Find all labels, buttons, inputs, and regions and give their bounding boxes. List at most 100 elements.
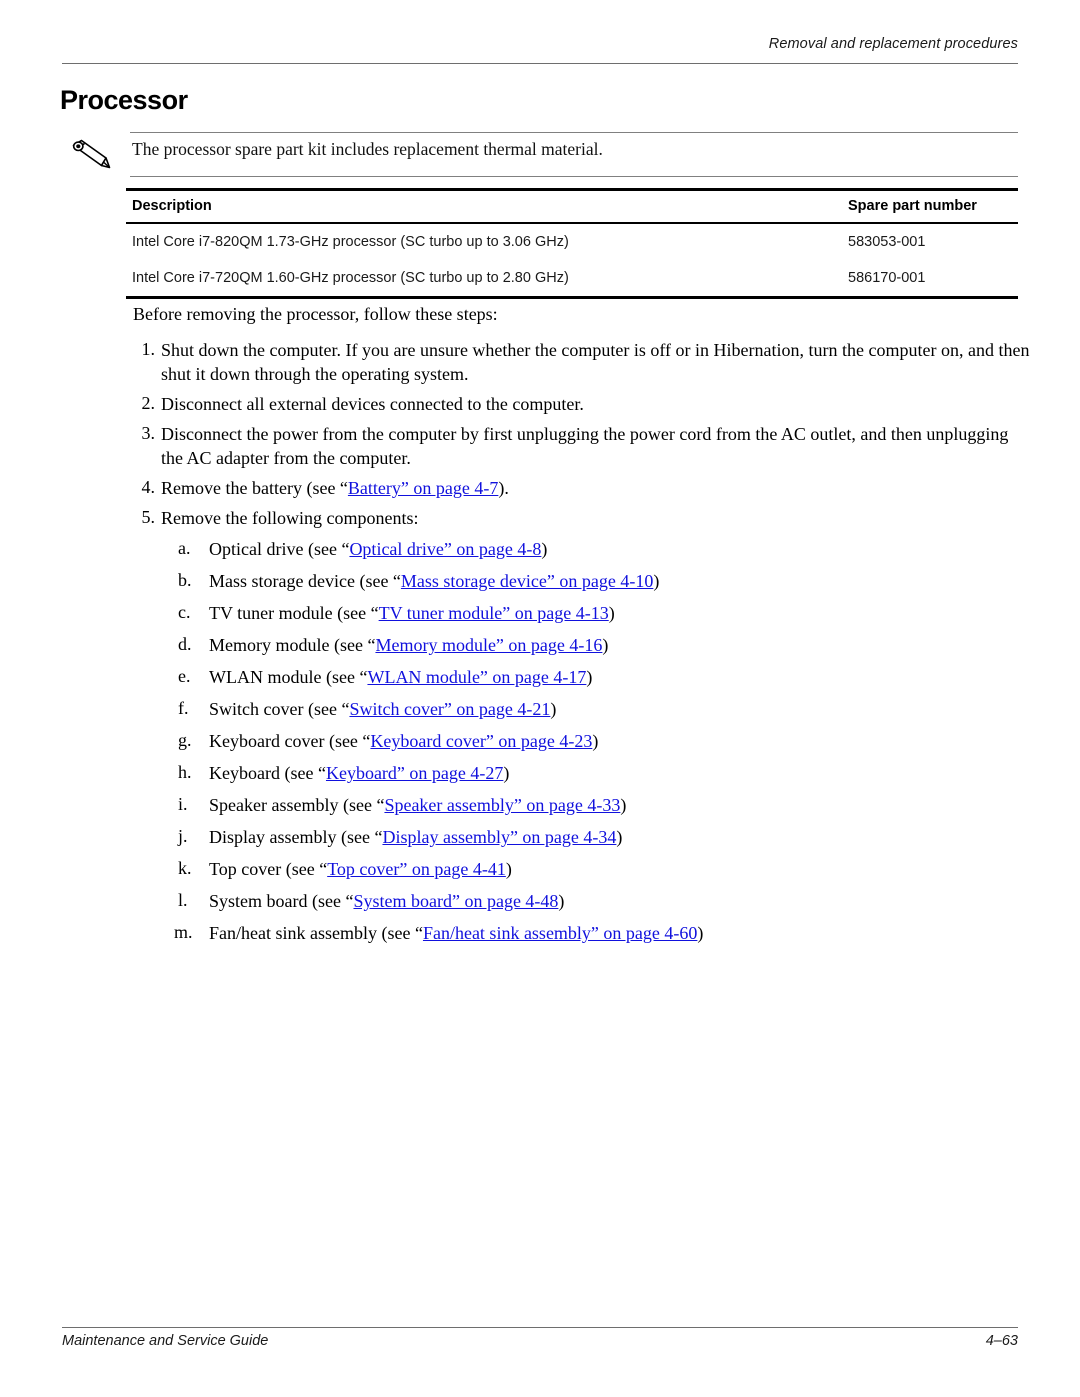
substep-text-suffix: ) [505,859,512,879]
cross-reference-link-display-assembly[interactable]: Display assembly” on page 4-34 [382,827,616,847]
substep-text: Optical drive (see “Optical drive” on pa… [209,537,1033,561]
footer-guide-name: Maintenance and Service Guide [62,1333,269,1349]
cell-spare-part-number: 583053-001 [848,233,926,250]
substep-text-prefix: Keyboard (see “ [209,763,326,783]
page-title: Processor [60,85,188,115]
cross-reference-link-wlan-module[interactable]: WLAN module” on page 4-17 [367,667,586,687]
substep-item: g. Keyboard cover (see “Keyboard cover” … [161,729,1033,753]
substep-text-prefix: System board (see “ [209,891,354,911]
substep-text: System board (see “System board” on page… [209,889,1033,913]
substep-text-suffix: ) [541,539,548,559]
step-text: Disconnect all external devices connecte… [161,394,584,414]
substep-item: b. Mass storage device (see “Mass storag… [161,569,1033,593]
substep-text-suffix: ) [592,731,599,751]
table-row: Intel Core i7-820QM 1.73-GHz processor (… [126,224,1018,260]
procedure-section: Before removing the processor, follow th… [133,303,1033,953]
substep-marker: c. [178,602,191,622]
document-page: Removal and replacement procedures Proce… [0,0,1080,1397]
cell-spare-part-number: 586170-001 [848,269,926,286]
step-marker: 1. [141,339,156,359]
substep-text-suffix: ) [602,635,609,655]
substep-marker: d. [178,634,192,654]
header-rule [62,63,1018,64]
cross-reference-link-optical-drive[interactable]: Optical drive” on page 4-8 [349,539,541,559]
substep-text-prefix: Keyboard cover (see “ [209,731,371,751]
step-item: 3. Disconnect the power from the compute… [133,422,1033,470]
spare-parts-table: Description Spare part number Intel Core… [126,188,1018,299]
cross-reference-link-memory-module[interactable]: Memory module” on page 4-16 [375,635,602,655]
substep-text-suffix: ) [616,827,623,847]
table-header-row: Description Spare part number [126,191,1018,222]
step-item: 2. Disconnect all external devices conne… [133,392,1033,416]
substep-item: a. Optical drive (see “Optical drive” on… [161,537,1033,561]
step-item: 1. Shut down the computer. If you are un… [133,338,1033,386]
substep-text-prefix: Switch cover (see “ [209,699,350,719]
column-header-description: Description [132,198,212,214]
step-text: Remove the battery (see “Battery” on pag… [161,476,1033,500]
substep-text-suffix: ) [550,699,557,719]
substep-text-prefix: Memory module (see “ [209,635,376,655]
cross-reference-link-mass-storage-device[interactable]: Mass storage device” on page 4-10 [401,571,653,591]
substep-marker: e. [178,666,191,686]
substep-text-suffix: ) [608,603,615,623]
cross-reference-link-speaker-assembly[interactable]: Speaker assembly” on page 4-33 [384,795,620,815]
substep-text: Memory module (see “Memory module” on pa… [209,633,1033,657]
substep-text-prefix: Speaker assembly (see “ [209,795,385,815]
cross-reference-link-battery[interactable]: Battery” on page 4-7 [348,478,498,498]
cross-reference-link-keyboard[interactable]: Keyboard” on page 4-27 [326,763,503,783]
substep-text: Speaker assembly (see “Speaker assembly”… [209,793,1033,817]
step-marker: 5. [141,507,156,527]
substep-marker: f. [178,698,189,718]
substep-item: f. Switch cover (see “Switch cover” on p… [161,697,1033,721]
step-item: 5. Remove the following components: a. O… [133,506,1033,945]
table-row: Intel Core i7-720QM 1.60-GHz processor (… [126,260,1018,296]
substep-marker: b. [178,570,192,590]
substep-item: i. Speaker assembly (see “Speaker assemb… [161,793,1033,817]
column-header-spare-part-number: Spare part number [848,198,977,214]
substep-text-suffix: ) [586,667,593,687]
substep-item: c. TV tuner module (see “TV tuner module… [161,601,1033,625]
note-bottom-rule [130,176,1018,177]
lettered-substeps-list: a. Optical drive (see “Optical drive” on… [161,537,1033,945]
substep-text-suffix: ) [503,763,510,783]
cross-reference-link-system-board[interactable]: System board” on page 4-48 [353,891,558,911]
substep-item: h. Keyboard (see “Keyboard” on page 4-27… [161,761,1033,785]
substep-item: e. WLAN module (see “WLAN module” on pag… [161,665,1033,689]
cross-reference-link-switch-cover[interactable]: Switch cover” on page 4-21 [349,699,550,719]
step-marker: 3. [141,423,156,443]
substep-marker: l. [178,890,188,910]
substep-item: m. Fan/heat sink assembly (see “Fan/heat… [161,921,1033,945]
cross-reference-link-top-cover[interactable]: Top cover” on page 4-41 [327,859,506,879]
substep-text: TV tuner module (see “TV tuner module” o… [209,601,1033,625]
substep-item: j. Display assembly (see “Display assemb… [161,825,1033,849]
step-text: Shut down the computer. If you are unsur… [161,340,1030,384]
substep-text-prefix: Display assembly (see “ [209,827,383,847]
cross-reference-link-fan-heat-sink-assembly[interactable]: Fan/heat sink assembly” on page 4-60 [423,923,697,943]
cross-reference-link-tv-tuner-module[interactable]: TV tuner module” on page 4-13 [379,603,609,623]
running-header: Removal and replacement procedures [768,36,1018,52]
substep-text-suffix: ) [697,923,704,943]
cell-description: Intel Core i7-720QM 1.60-GHz processor (… [132,269,569,286]
substep-marker: h. [178,762,192,782]
step-item: 4. Remove the battery (see “Battery” on … [133,476,1033,500]
substep-text-suffix: ) [653,571,660,591]
substep-text: Top cover (see “Top cover” on page 4-41) [209,857,1033,881]
cell-description: Intel Core i7-820QM 1.73-GHz processor (… [132,233,569,250]
step-text: Remove the following components: [161,508,419,528]
step-text-suffix: ). [498,478,509,498]
note-text: The processor spare part kit includes re… [132,139,603,159]
substep-marker: k. [178,858,192,878]
page-footer: Maintenance and Service Guide 4–63 [62,1333,1018,1349]
intro-paragraph: Before removing the processor, follow th… [133,304,498,324]
note-top-rule [130,132,1018,133]
substep-marker: g. [178,730,192,750]
substep-text-prefix: Optical drive (see “ [209,539,350,559]
substep-text-prefix: WLAN module (see “ [209,667,368,687]
substep-text-prefix: Mass storage device (see “ [209,571,401,591]
substep-text-suffix: ) [558,891,565,911]
substep-marker: m. [174,922,193,942]
substep-text: Keyboard (see “Keyboard” on page 4-27) [209,761,1033,785]
cross-reference-link-keyboard-cover[interactable]: Keyboard cover” on page 4-23 [370,731,592,751]
numbered-steps-list: 1. Shut down the computer. If you are un… [133,338,1033,945]
substep-text: Switch cover (see “Switch cover” on page… [209,697,1033,721]
